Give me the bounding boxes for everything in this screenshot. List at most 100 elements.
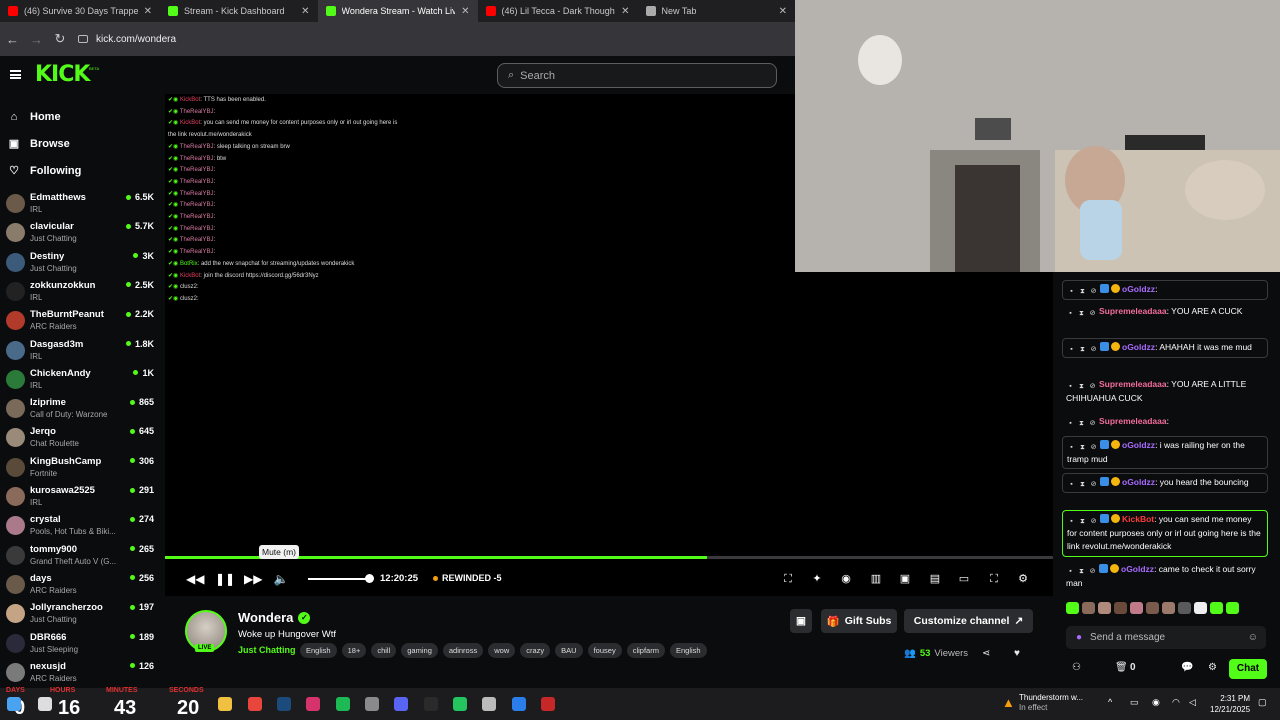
stream-category[interactable]: Just Chatting <box>238 645 296 655</box>
customize-channel-button[interactable]: Customize channel ↗ <box>904 609 1033 633</box>
chat-username[interactable]: Supremeleadaaa <box>1099 379 1167 389</box>
chat-username[interactable]: oGoldzz <box>1122 440 1155 450</box>
timeout-icon[interactable]: ⧗ <box>1077 419 1086 428</box>
chat-message[interactable]: ▪ ⧗ ⊘ Supremeleadaaa: YOU ARE A CUCK <box>1062 303 1268 321</box>
notification-icon[interactable]: ▢ <box>1258 697 1267 708</box>
ban-icon[interactable]: ⊘ <box>1089 287 1098 296</box>
chat-message[interactable]: ▪ ⧗ ⊘ oGoldzz: AHAHAH it was me mud <box>1062 338 1268 358</box>
timeout-icon[interactable]: ⧗ <box>1077 382 1086 391</box>
sidebar-channel-item[interactable]: KingBushCamp Fortnite 306 <box>0 454 160 483</box>
chat-message[interactable]: ▪ ⧗ ⊘ oGoldzz: <box>1062 280 1268 300</box>
back-icon[interactable]: ← <box>6 32 19 47</box>
taskbar-file-explorer-icon[interactable] <box>218 697 232 711</box>
taskbar-mail-icon[interactable] <box>512 697 526 711</box>
stream-tag[interactable]: fousey <box>587 643 622 658</box>
sidebar-channel-item[interactable]: DBR666 Just Sleeping 189 <box>0 630 160 659</box>
timeout-icon[interactable]: ⧗ <box>1078 480 1087 489</box>
stream-tag[interactable]: 18+ <box>341 643 367 658</box>
sidebar-channel-item[interactable]: clavicular Just Chatting 5.7K <box>0 219 160 248</box>
chat-username[interactable]: Supremeleadaaa <box>1099 416 1167 426</box>
sidebar-channel-item[interactable]: kurosawa2525 IRL 291 <box>0 483 160 512</box>
timeout-icon[interactable]: ⧗ <box>1077 309 1086 318</box>
taskbar-app-icon[interactable] <box>424 697 438 711</box>
chat-username[interactable]: oGoldzz <box>1122 284 1155 294</box>
stream-tag[interactable]: wow <box>488 643 516 658</box>
share-icon[interactable]: ⋖ <box>982 648 990 659</box>
delete-icon[interactable]: ▪ <box>1067 345 1076 354</box>
volume-slider[interactable] <box>308 574 374 583</box>
delete-icon[interactable]: ▪ <box>1067 443 1076 452</box>
chat-message[interactable]: ▪ ⧗ ⊘ oGoldzz: came to check it out sorry m… <box>1062 561 1268 592</box>
stats-icon[interactable]: ▥ <box>868 572 884 586</box>
delete-icon[interactable]: ▪ <box>1067 287 1076 296</box>
ban-icon[interactable]: ⊘ <box>1089 517 1098 526</box>
cast-icon[interactable]: ▤ <box>927 572 943 586</box>
tray-mic-icon[interactable]: ◉ <box>1152 697 1160 708</box>
browser-tab[interactable]: (46) Lil Tecca - Dark Thoughts (... ✕ <box>478 0 638 22</box>
ban-icon[interactable]: ⊘ <box>1088 382 1097 391</box>
site-info-icon[interactable] <box>78 35 88 43</box>
emote-icon[interactable] <box>1098 602 1111 614</box>
stream-tag[interactable]: chill <box>371 643 397 658</box>
stream-tag[interactable]: crazy <box>520 643 551 658</box>
sidebar-channel-item[interactable]: ChickenAndy IRL 1K <box>0 366 160 395</box>
forward-icon[interactable]: → <box>30 32 43 47</box>
chat-username[interactable]: KickBot <box>1122 514 1154 524</box>
chat-bubble-icon[interactable]: 💬 <box>1181 662 1193 673</box>
close-tab-icon[interactable]: ✕ <box>144 6 152 17</box>
taskbar-settings-icon[interactable] <box>365 697 379 711</box>
taskbar-obs-icon[interactable] <box>541 697 555 711</box>
stream-tag[interactable]: English <box>669 643 707 658</box>
ban-icon[interactable]: ⊘ <box>1088 567 1097 576</box>
pause-icon[interactable]: ❚❚ <box>215 572 235 586</box>
sidebar-channel-item[interactable]: Jollyrancherzoo Just Chatting 197 <box>0 600 160 629</box>
close-tab-icon[interactable]: ✕ <box>301 6 309 17</box>
chat-message[interactable]: ▪ ⧗ ⊘ oGoldzz: i was railing her on the tra… <box>1062 436 1268 469</box>
trash-icon[interactable]: 🗑 <box>1115 662 1128 673</box>
timeout-icon[interactable]: ⧗ <box>1078 345 1087 354</box>
chat-send-button[interactable]: Chat <box>1229 659 1267 679</box>
nav-item-following[interactable]: ♡ Following <box>0 157 160 184</box>
go-live-icon[interactable]: ◉ <box>838 572 854 586</box>
timeout-icon[interactable]: ⧗ <box>1078 287 1087 296</box>
sidebar-channel-item[interactable]: Jerqo Chat Roulette 645 <box>0 424 160 453</box>
sidebar-channel-item[interactable]: zokkunzokkun IRL 2.5K <box>0 278 160 307</box>
emote-icon[interactable] <box>1194 602 1207 614</box>
sidebar-channel-item[interactable]: tommy900 Grand Theft Auto V (G... 265 <box>0 542 160 571</box>
volume-icon[interactable]: 🔈 <box>273 572 289 586</box>
emoji-icon[interactable]: ☺ <box>1248 632 1258 643</box>
chat-username[interactable]: oGoldzz <box>1122 477 1155 487</box>
sidebar-channel-item[interactable]: Iziprime Call of Duty: Warzone 865 <box>0 395 160 424</box>
delete-icon[interactable]: ▪ <box>1066 567 1075 576</box>
sidebar-channel-item[interactable]: nexusjd ARC Raiders 126 <box>0 659 160 688</box>
taskbar-spotify-icon[interactable] <box>336 697 350 711</box>
browser-tab[interactable]: (46) Survive 30 Days Trapped In ... ✕ <box>0 0 160 22</box>
ban-icon[interactable]: ⊘ <box>1088 309 1097 318</box>
emote-icon[interactable] <box>1146 602 1159 614</box>
stream-tag[interactable]: BAU <box>555 643 583 658</box>
fullscreen-icon[interactable]: ⛶ <box>986 572 1002 586</box>
chat-username[interactable]: oGoldzz <box>1122 342 1155 352</box>
emote-icon[interactable] <box>1178 602 1191 614</box>
sidebar-channel-item[interactable]: crystal Pools, Hot Tubs & Biki... 274 <box>0 512 160 541</box>
wifi-icon[interactable]: ◠ <box>1172 697 1180 708</box>
streamer-name-text[interactable]: Wondera <box>238 610 293 625</box>
emote-icon[interactable] <box>1114 602 1127 614</box>
browser-tab[interactable]: Stream - Kick Dashboard ✕ <box>160 0 318 22</box>
streamer-name[interactable]: Wondera ✓ <box>238 610 311 625</box>
taskbar-terminal-icon[interactable] <box>453 697 467 711</box>
settings-icon[interactable]: ⚙ <box>1015 572 1031 586</box>
emote-icon[interactable] <box>1066 602 1079 614</box>
theater-mode-icon[interactable]: ▭ <box>956 572 972 586</box>
taskbar-clock[interactable]: 2:31 PM 12/21/2025 <box>1210 693 1250 715</box>
delete-icon[interactable]: ▪ <box>1066 382 1075 391</box>
taskbar-steam-icon[interactable] <box>277 697 291 711</box>
sidebar-channel-item[interactable]: TheBurntPeanut ARC Raiders 2.2K <box>0 307 160 336</box>
nav-item-browse[interactable]: ▣ Browse <box>0 130 160 157</box>
mic-icon[interactable]: ● <box>1076 632 1082 643</box>
sidebar-channel-item[interactable]: Edmatthews IRL 6.5K <box>0 190 160 219</box>
emote-icon[interactable] <box>1130 602 1143 614</box>
tray-network-icon[interactable]: ▭ <box>1130 697 1139 708</box>
sidebar-channel-item[interactable]: Destiny Just Chatting 3K <box>0 249 160 278</box>
connection-icon[interactable]: ⚇ <box>1072 662 1081 673</box>
